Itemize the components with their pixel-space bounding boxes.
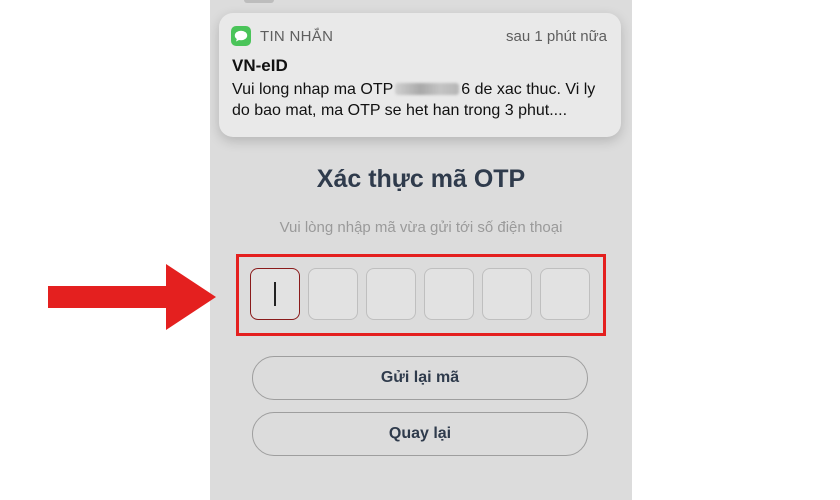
page-subtitle: Vui lòng nhập mã vừa gửi tới số điện tho… [279,219,563,236]
resend-code-button[interactable]: Gửi lại mã [252,356,588,400]
otp-digit-2[interactable] [308,268,358,320]
sms-notification[interactable]: TIN NHẮN sau 1 phút nữa VN-eID Vui long … [219,13,621,137]
notification-time: sau 1 phút nữa [506,28,607,45]
otp-digit-5[interactable] [482,268,532,320]
notification-sender: VN-eID [232,56,288,75]
status-bar-fragment [244,0,274,3]
notification-text-start: Vui long nhap ma OTP [232,81,394,98]
otp-input-group [250,268,590,320]
phone-screen: TIN NHẮN sau 1 phút nữa VN-eID Vui long … [210,0,632,500]
text-caret [274,282,276,306]
notification-body: Vui long nhap ma OTP 6 de xac thuc. Vi ly… [232,79,612,121]
otp-digit-3[interactable] [366,268,416,320]
page-title: Xác thực mã OTP [316,165,526,193]
red-arrow-icon [48,264,216,330]
messages-icon [231,26,251,46]
otp-digit-6[interactable] [540,268,590,320]
otp-digit-1[interactable] [250,268,300,320]
otp-digit-4[interactable] [424,268,474,320]
back-button[interactable]: Quay lại [252,412,588,456]
notification-app-name: TIN NHẮN [260,28,334,45]
redacted-otp-code [395,83,460,95]
